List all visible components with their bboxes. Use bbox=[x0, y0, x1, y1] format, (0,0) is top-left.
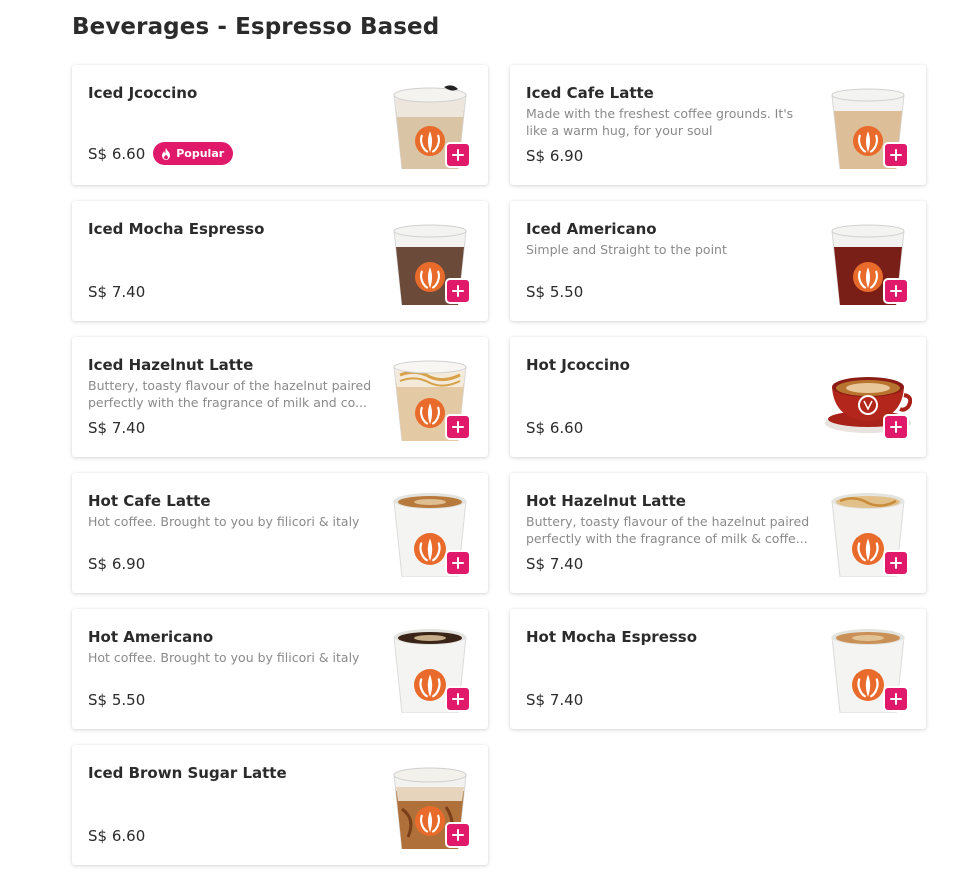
menu-item-price-row: S$ 7.40 bbox=[88, 419, 145, 437]
plus-icon bbox=[452, 421, 464, 433]
menu-item-price: S$ 5.50 bbox=[526, 283, 584, 301]
add-to-cart-button[interactable] bbox=[445, 550, 471, 576]
menu-item-price-row: S$ 6.90 bbox=[526, 147, 583, 165]
menu-item-name: Hot Mocha Espresso bbox=[526, 628, 698, 646]
plus-icon bbox=[890, 421, 902, 433]
menu-item-price: S$ 6.90 bbox=[88, 555, 146, 573]
plus-icon bbox=[452, 285, 464, 297]
menu-item-name: Iced Americano bbox=[526, 220, 657, 238]
menu-item-card[interactable]: Iced Americano Simple and Straight to the… bbox=[510, 201, 926, 321]
menu-item-card[interactable]: Iced Hazelnut Latte Buttery, toasty flavo… bbox=[72, 337, 488, 457]
add-to-cart-button[interactable] bbox=[883, 278, 909, 304]
popular-badge-label: Popular bbox=[176, 147, 225, 160]
plus-icon bbox=[890, 693, 902, 705]
menu-item-card[interactable]: Iced Mocha Espresso S$ 7.40 bbox=[72, 201, 488, 321]
add-to-cart-button[interactable] bbox=[445, 278, 471, 304]
menu-item-price-row: S$ 5.50 bbox=[88, 691, 145, 709]
menu-item-price-row: S$ 7.40 bbox=[88, 283, 145, 301]
flame-icon bbox=[162, 147, 171, 160]
menu-item-name: Iced Jcoccino bbox=[88, 84, 198, 102]
menu-item-name: Hot Jcoccino bbox=[526, 356, 630, 374]
menu-item-price: S$ 6.90 bbox=[526, 147, 584, 165]
menu-grid: Iced Jcoccino S$ 6.60 Popular Iced Cafe L… bbox=[72, 65, 927, 865]
menu-item-price: S$ 6.60 bbox=[88, 827, 146, 845]
menu-item-price-row: S$ 7.40 bbox=[526, 555, 583, 573]
menu-item-price-row: S$ 6.60 bbox=[88, 827, 145, 845]
menu-item-description: Buttery, toasty flavour of the hazelnut … bbox=[526, 514, 810, 546]
menu-item-card[interactable]: Iced Jcoccino S$ 6.60 Popular bbox=[72, 65, 488, 185]
add-to-cart-button[interactable] bbox=[883, 414, 909, 440]
plus-icon bbox=[452, 693, 464, 705]
add-to-cart-button[interactable] bbox=[445, 414, 471, 440]
popular-badge: Popular bbox=[153, 142, 234, 165]
menu-item-price: S$ 7.40 bbox=[526, 691, 584, 709]
menu-item-price-row: S$ 6.90 bbox=[88, 555, 145, 573]
menu-item-description: Hot coffee. Brought to you by filicori &… bbox=[88, 650, 360, 665]
menu-item-name: Iced Brown Sugar Latte bbox=[88, 764, 287, 782]
menu-item-price: S$ 6.60 bbox=[88, 144, 146, 163]
section-title: Beverages - Espresso Based bbox=[72, 14, 440, 40]
menu-item-description: Hot coffee. Brought to you by filicori &… bbox=[88, 514, 360, 529]
menu-item-description: Made with the freshest coffee grounds. I… bbox=[526, 106, 794, 138]
menu-item-card[interactable]: Hot Hazelnut Latte Buttery, toasty flavou… bbox=[510, 473, 926, 593]
menu-item-description: Simple and Straight to the point bbox=[526, 242, 727, 257]
menu-item-name: Hot Cafe Latte bbox=[88, 492, 211, 510]
menu-item-name: Iced Mocha Espresso bbox=[88, 220, 265, 238]
menu-item-card[interactable]: Hot Americano Hot coffee. Brought to you … bbox=[72, 609, 488, 729]
menu-item-name: Iced Cafe Latte bbox=[526, 84, 654, 102]
menu-item-description: Buttery, toasty flavour of the hazelnut … bbox=[88, 378, 372, 410]
menu-item-price: S$ 5.50 bbox=[88, 691, 146, 709]
menu-item-price-row: S$ 6.60 bbox=[526, 419, 583, 437]
add-to-cart-button[interactable] bbox=[445, 822, 471, 848]
add-to-cart-button[interactable] bbox=[445, 142, 471, 168]
menu-item-name: Hot Hazelnut Latte bbox=[526, 492, 686, 510]
menu-item-card[interactable]: Iced Brown Sugar Latte S$ 6.60 bbox=[72, 745, 488, 865]
menu-item-name: Iced Hazelnut Latte bbox=[88, 356, 254, 374]
plus-icon bbox=[452, 829, 464, 841]
menu-item-price-row: S$ 6.60 Popular bbox=[88, 142, 234, 165]
plus-icon bbox=[452, 149, 464, 161]
menu-item-price: S$ 7.40 bbox=[526, 555, 584, 573]
add-to-cart-button[interactable] bbox=[883, 550, 909, 576]
add-to-cart-button[interactable] bbox=[445, 686, 471, 712]
menu-item-price: S$ 7.40 bbox=[88, 419, 146, 437]
menu-item-card[interactable]: Iced Cafe Latte Made with the freshest co… bbox=[510, 65, 926, 185]
menu-item-price-row: S$ 7.40 bbox=[526, 691, 583, 709]
menu-item-card[interactable]: Hot Cafe Latte Hot coffee. Brought to you… bbox=[72, 473, 488, 593]
plus-icon bbox=[890, 149, 902, 161]
plus-icon bbox=[890, 285, 902, 297]
menu-item-card[interactable]: Hot Mocha Espresso S$ 7.40 bbox=[510, 609, 926, 729]
add-to-cart-button[interactable] bbox=[883, 142, 909, 168]
menu-item-price-row: S$ 5.50 bbox=[526, 283, 583, 301]
menu-item-card[interactable]: Hot Jcoccino S$ 6.60 bbox=[510, 337, 926, 457]
menu-item-price: S$ 7.40 bbox=[88, 283, 146, 301]
plus-icon bbox=[452, 557, 464, 569]
plus-icon bbox=[890, 557, 902, 569]
menu-item-price: S$ 6.60 bbox=[526, 419, 584, 437]
menu-item-name: Hot Americano bbox=[88, 628, 214, 646]
add-to-cart-button[interactable] bbox=[883, 686, 909, 712]
